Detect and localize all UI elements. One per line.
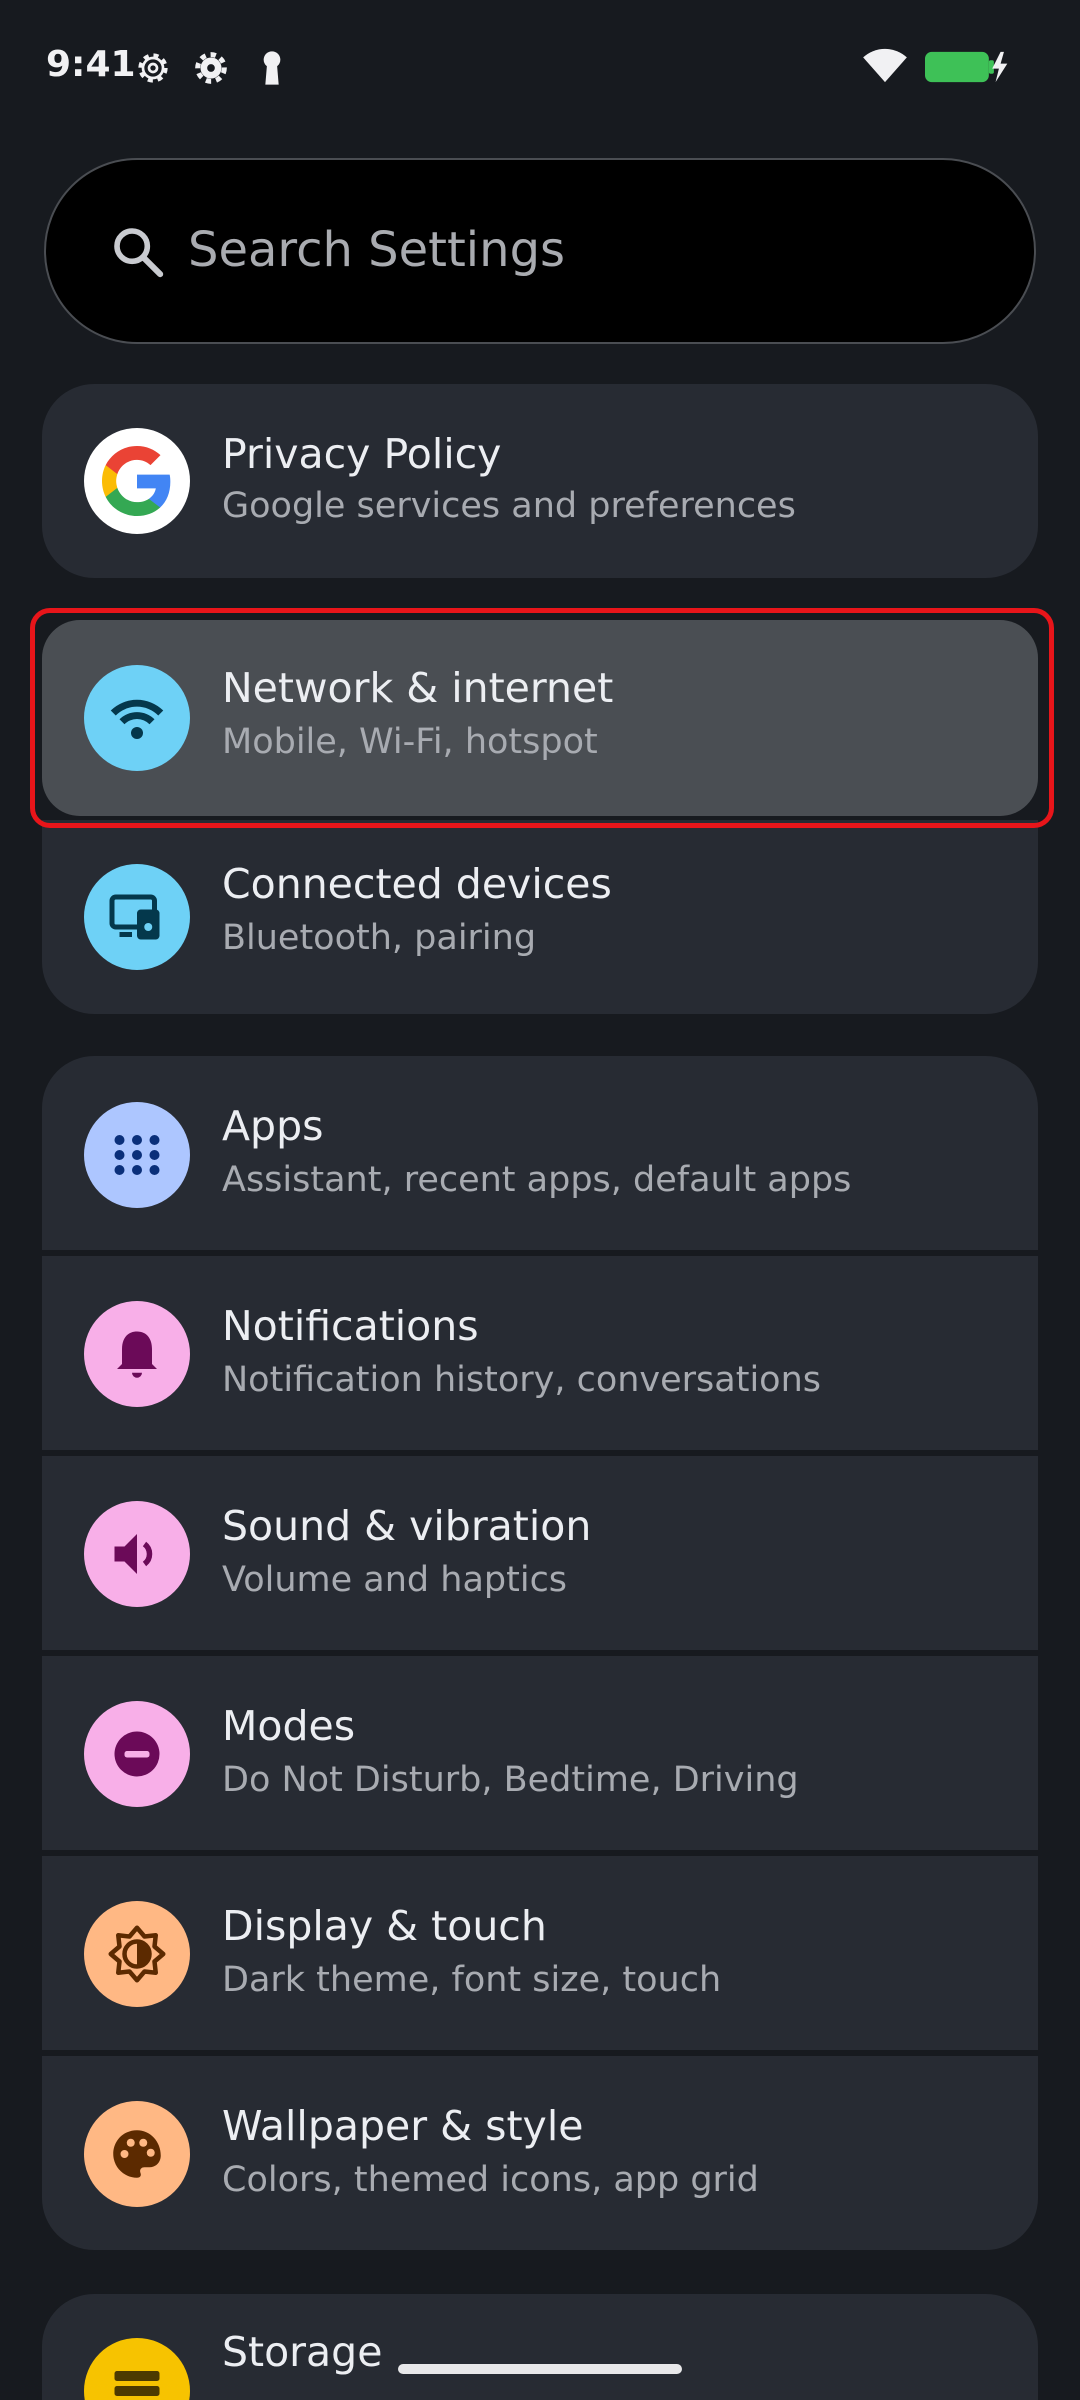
item-subtitle: Bluetooth, pairing [222,918,537,958]
settings-item-modes[interactable]: Modes Do Not Disturb, Bedtime, Driving [42,1656,1038,1850]
bell-icon [84,1301,190,1407]
item-title: Display & touch [222,1902,547,1950]
storage-icon [84,2338,190,2400]
status-time: 9:41 [46,44,136,85]
wifi-icon [863,48,907,83]
settings-item-sound-vibration[interactable]: Sound & vibration Volume and haptics [42,1456,1038,1650]
settings-screen: 9:41 Search Settings Privacy Policy Goog… [0,0,1080,2400]
item-title: Notifications [222,1302,479,1350]
settings-item-display-touch[interactable]: Display & touch Dark theme, font size, t… [42,1856,1038,2050]
do-not-disturb-icon [84,1701,190,1807]
search-icon [114,228,164,278]
brightness-icon [84,1901,190,2007]
devices-icon [84,864,190,970]
item-title: Modes [222,1702,356,1750]
palette-icon [84,2101,190,2207]
item-title: Apps [222,1102,324,1150]
settings-item-storage[interactable]: Storage [42,2294,1038,2400]
apps-grid-icon [84,1102,190,1208]
search-placeholder: Search Settings [188,222,566,278]
item-subtitle: Do Not Disturb, Bedtime, Driving [222,1760,799,1800]
item-title: Wallpaper & style [222,2102,584,2150]
item-title: Privacy Policy [222,430,502,478]
google-logo-icon [84,428,190,534]
settings-item-connected-devices[interactable]: Connected devices Bluetooth, pairing [42,820,1038,1014]
item-title: Sound & vibration [222,1502,592,1550]
item-title: Connected devices [222,860,612,908]
item-subtitle: Google services and preferences [222,486,796,526]
item-subtitle: Dark theme, font size, touch [222,1960,722,2000]
item-subtitle: Notification history, conversations [222,1360,822,1400]
settings-gear-icon [138,53,168,83]
gesture-nav-handle[interactable] [398,2364,682,2374]
settings-item-privacy-policy[interactable]: Privacy Policy Google services and prefe… [42,384,1038,578]
settings-item-notifications[interactable]: Notifications Notification history, conv… [42,1256,1038,1450]
battery-charging-icon [925,51,1008,83]
settings-gear-icon [195,52,227,84]
item-subtitle: Assistant, recent apps, default apps [222,1160,852,1200]
settings-item-wallpaper-style[interactable]: Wallpaper & style Colors, themed icons, … [42,2056,1038,2250]
highlight-box [30,608,1054,828]
status-bar: 9:41 [0,0,1080,136]
item-title: Storage [222,2328,383,2376]
settings-item-apps[interactable]: Apps Assistant, recent apps, default app… [42,1056,1038,1250]
item-subtitle: Colors, themed icons, app grid [222,2160,759,2200]
item-subtitle: Volume and haptics [222,1560,568,1600]
keyhole-icon [263,51,281,85]
search-settings-bar[interactable]: Search Settings [44,158,1036,344]
speaker-icon [84,1501,190,1607]
